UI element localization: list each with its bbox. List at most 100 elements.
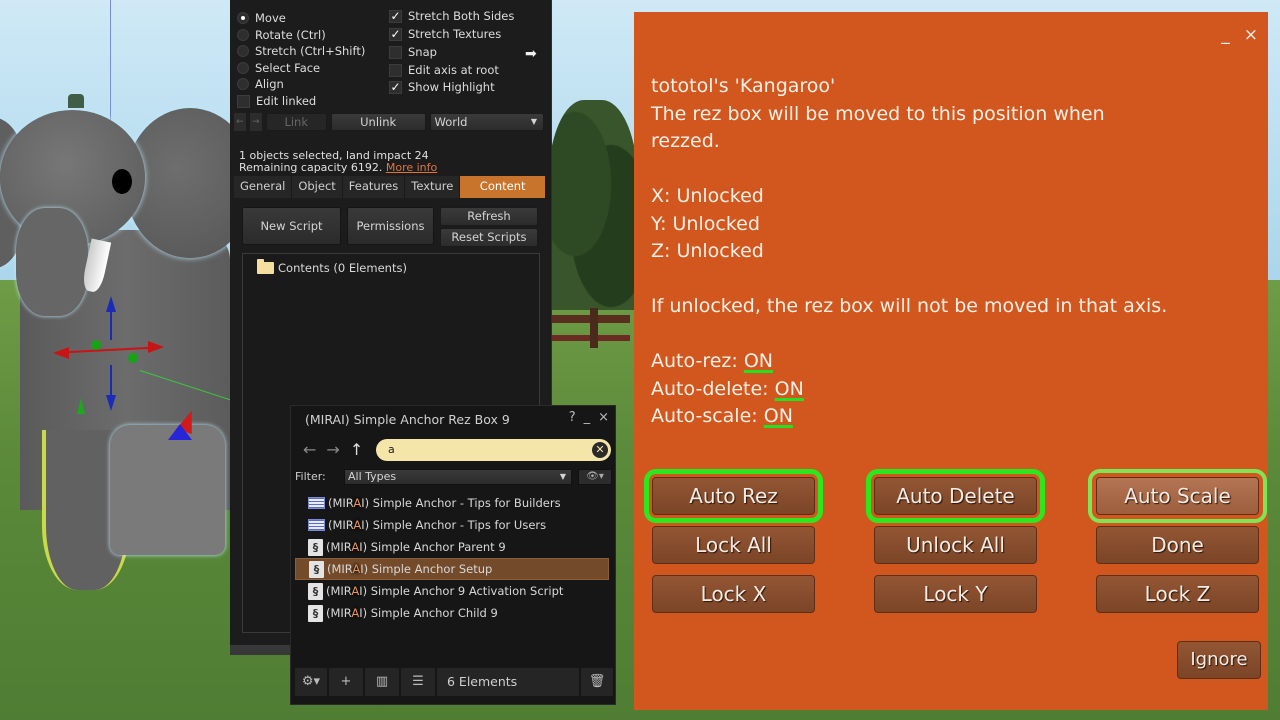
radio-button[interactable] xyxy=(237,78,249,90)
list-item-selected[interactable]: § (MIRAI) Simple Anchor Setup xyxy=(295,558,609,580)
forward-arrow-icon[interactable]: → xyxy=(326,440,339,459)
z-axis-down-handle[interactable] xyxy=(106,395,116,411)
mode-label: Select Face xyxy=(255,61,321,75)
z-axis-up-handle[interactable] xyxy=(106,296,116,312)
more-info-link[interactable]: More info xyxy=(386,161,437,174)
inventory-nav: ← → ↑ xyxy=(303,440,363,459)
checkmark-icon[interactable]: ✓ xyxy=(389,80,402,94)
mode-stretch[interactable]: Stretch (Ctrl+Shift) xyxy=(237,44,365,58)
y-axis-handle[interactable] xyxy=(91,340,101,350)
back-arrow-icon[interactable]: ← xyxy=(303,440,316,459)
search-input[interactable] xyxy=(376,439,611,461)
unlock-all-button[interactable]: Unlock All xyxy=(874,526,1037,564)
folder-label: Contents (0 Elements) xyxy=(278,261,407,275)
prev-arrow-icon[interactable]: ← xyxy=(234,113,246,131)
axis-note: If unlocked, the rez box will not be mov… xyxy=(651,295,1168,317)
reset-scripts-button[interactable]: Reset Scripts xyxy=(440,228,538,247)
checkmark-icon[interactable]: ✓ xyxy=(389,9,402,23)
auto-scale-button[interactable]: Auto Scale xyxy=(1088,469,1267,523)
close-icon[interactable]: × xyxy=(1244,22,1258,50)
unlink-button[interactable]: Unlink xyxy=(330,113,426,131)
lock-x-button[interactable]: Lock X xyxy=(652,575,815,613)
mode-label: Stretch (Ctrl+Shift) xyxy=(255,44,366,58)
checkbox[interactable] xyxy=(389,63,402,77)
mode-move[interactable]: Move xyxy=(237,11,286,25)
list-item[interactable]: (MIRAI) Simple Anchor - Tips for Builder… xyxy=(295,492,609,514)
floater-title: (MIRAI) Simple Anchor Rez Box 9 xyxy=(305,412,510,427)
mode-label: Align xyxy=(255,77,284,91)
minimize-icon[interactable]: _ xyxy=(1221,22,1230,50)
mode-rotate[interactable]: Rotate (Ctrl) xyxy=(237,28,326,42)
mode-label: Move xyxy=(255,11,286,25)
object-owner-line: tototol's 'Kangaroo' xyxy=(651,75,836,97)
link-button[interactable]: Link xyxy=(265,113,327,131)
mode-select-face[interactable]: Select Face xyxy=(237,61,320,75)
inventory-list[interactable]: (MIRAI) Simple Anchor - Tips for Builder… xyxy=(295,492,609,624)
stretch-textures-checkbox[interactable]: ✓ Stretch Textures xyxy=(389,27,501,41)
checkbox[interactable] xyxy=(237,94,250,108)
plane-handle-blue[interactable] xyxy=(168,424,192,440)
y-axis-status: Y: Unlocked xyxy=(651,212,760,235)
tab-object[interactable]: Object xyxy=(292,176,343,198)
permissions-button[interactable]: Permissions xyxy=(347,207,434,245)
auto-rez-button[interactable]: Auto Rez xyxy=(644,469,823,523)
refresh-button[interactable]: Refresh xyxy=(440,207,538,226)
script-icon: § xyxy=(309,560,324,578)
list-item[interactable]: § (MIRAI) Simple Anchor 9 Activation Scr… xyxy=(295,580,609,602)
edit-linked-checkbox[interactable]: Edit linked xyxy=(237,94,316,108)
arrow-right-icon[interactable]: ➡ xyxy=(525,46,537,62)
radio-button[interactable] xyxy=(237,45,249,57)
checkbox[interactable] xyxy=(389,45,402,59)
show-highlight-checkbox[interactable]: ✓ Show Highlight xyxy=(389,80,495,94)
script-icon: § xyxy=(308,582,323,600)
expand-icon[interactable]: ▥ xyxy=(365,668,399,696)
minimize-icon[interactable]: _ xyxy=(584,410,591,425)
list-view-icon[interactable]: ☰ xyxy=(401,668,435,696)
snap-checkbox[interactable]: Snap xyxy=(389,45,437,59)
edit-axis-root-checkbox[interactable]: Edit axis at root xyxy=(389,63,499,77)
item-name: (MIRAI) Simple Anchor Parent 9 xyxy=(326,540,506,554)
lock-all-button[interactable]: Lock All xyxy=(652,526,815,564)
ignore-button[interactable]: Ignore xyxy=(1177,641,1261,679)
done-button[interactable]: Done xyxy=(1096,526,1259,564)
gear-icon[interactable]: ⚙▾ xyxy=(295,668,327,696)
list-item[interactable]: (MIRAI) Simple Anchor - Tips for Users xyxy=(295,514,609,536)
radio-button[interactable] xyxy=(237,12,249,24)
auto-delete-status: Auto-delete: ON xyxy=(651,377,804,400)
next-arrow-icon[interactable]: → xyxy=(249,113,262,131)
lock-z-button[interactable]: Lock Z xyxy=(1096,575,1259,613)
x-axis-left-handle[interactable] xyxy=(53,347,69,359)
trash-icon[interactable]: 🗑 xyxy=(581,668,613,696)
script-icon: § xyxy=(308,604,323,622)
lock-y-button[interactable]: Lock Y xyxy=(874,575,1037,613)
list-item[interactable]: § (MIRAI) Simple Anchor Parent 9 xyxy=(295,536,609,558)
plane-handle-green[interactable] xyxy=(77,398,85,414)
contents-folder[interactable]: Contents (0 Elements) xyxy=(257,259,407,275)
checkmark-icon[interactable]: ✓ xyxy=(389,27,402,41)
radio-button[interactable] xyxy=(237,29,249,41)
radio-button[interactable] xyxy=(237,62,249,74)
stretch-both-sides-checkbox[interactable]: ✓ Stretch Both Sides xyxy=(389,9,514,23)
tab-features[interactable]: Features xyxy=(343,176,406,198)
inventory-footer: ⚙▾ + ▥ ☰ 6 Elements 🗑 xyxy=(295,668,613,696)
new-script-button[interactable]: New Script xyxy=(242,207,341,245)
list-item[interactable]: § (MIRAI) Simple Anchor Child 9 xyxy=(295,602,609,624)
help-icon[interactable]: ? xyxy=(569,410,576,425)
tab-general[interactable]: General xyxy=(234,176,293,198)
dialog-controls: _ × xyxy=(1221,22,1258,50)
clear-search-icon[interactable]: ✕ xyxy=(592,442,608,458)
trees xyxy=(548,100,638,310)
x-axis-right-handle[interactable] xyxy=(148,341,164,353)
view-options-eye-icon[interactable]: 👁▾ xyxy=(578,469,612,485)
filter-dropdown[interactable]: All Types ▼ xyxy=(344,469,572,485)
tab-content[interactable]: Content xyxy=(460,176,546,198)
ruler-mode-dropdown[interactable]: World ▼ xyxy=(429,113,544,131)
tab-texture[interactable]: Texture xyxy=(405,176,461,198)
mode-align[interactable]: Align xyxy=(237,77,284,91)
close-icon[interactable]: × xyxy=(598,410,609,425)
add-icon[interactable]: + xyxy=(329,668,363,696)
auto-delete-button[interactable]: Auto Delete xyxy=(866,469,1045,523)
up-arrow-icon[interactable]: ↑ xyxy=(350,440,363,459)
fence-post xyxy=(590,308,598,348)
y-axis-handle-2[interactable] xyxy=(128,353,138,363)
